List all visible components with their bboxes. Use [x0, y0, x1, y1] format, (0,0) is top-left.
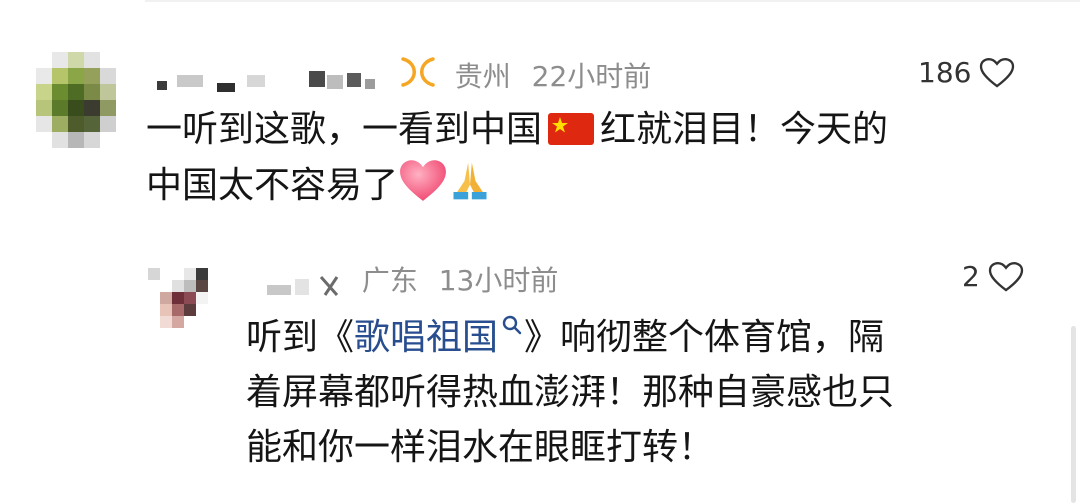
comment-text-line1: 一听到这歌，一看到中国: [146, 109, 543, 150]
masked-reply-username[interactable]: [266, 270, 347, 296]
reply-time: 13小时前: [438, 264, 559, 297]
like-button[interactable]: 186: [918, 56, 1015, 89]
comment-time: 22小时前: [531, 59, 652, 93]
reply-location: 广东: [361, 264, 418, 297]
search-icon: [502, 315, 522, 335]
reply-text-line2: 着屏幕都听得热血澎湃！那种自豪感也只: [246, 372, 895, 413]
avatar[interactable]: [36, 52, 132, 148]
heart-outline-icon: [988, 261, 1023, 292]
reply-text-prefix: 听到《: [246, 317, 355, 358]
heart-outline-icon: [980, 57, 1015, 88]
reply-text-line3: 能和你一样泪水在眼眶打转！: [246, 427, 715, 468]
scrollbar[interactable]: [1071, 326, 1076, 503]
reply-meta: 广东 13小时前: [258, 262, 558, 299]
comment-text-line1-cont: 红就泪目！今天的: [600, 109, 889, 150]
top-divider: [145, 0, 1080, 2]
comment-meta: 贵州 22小时前: [148, 55, 651, 98]
reply-like-count: 2: [962, 260, 980, 293]
badge-icon: [398, 55, 438, 98]
like-count: 186: [918, 56, 972, 89]
china-flag-emoji: [548, 113, 595, 145]
reply-avatar[interactable]: [148, 268, 220, 340]
comment-location: 贵州: [454, 59, 511, 93]
reply-like-button[interactable]: 2: [962, 260, 1024, 293]
comment-text: 一听到这歌，一看到中国 红就泪目！今天的 中国太不容易了: [146, 102, 888, 219]
pray-emoji: [448, 159, 492, 219]
heart-emoji: [398, 157, 448, 219]
comment-text-line2: 中国太不容易了: [146, 165, 399, 206]
reply-text: 听到《歌唱祖国 》响彻整个体育馆，隔 着屏幕都听得热血澎湃！那种自豪感也只 能和你…: [246, 310, 894, 475]
reply-text-suffix: 》响彻整个体育馆，隔: [524, 317, 885, 358]
topic-link[interactable]: 歌唱祖国: [354, 315, 524, 358]
masked-username[interactable]: [156, 66, 385, 92]
